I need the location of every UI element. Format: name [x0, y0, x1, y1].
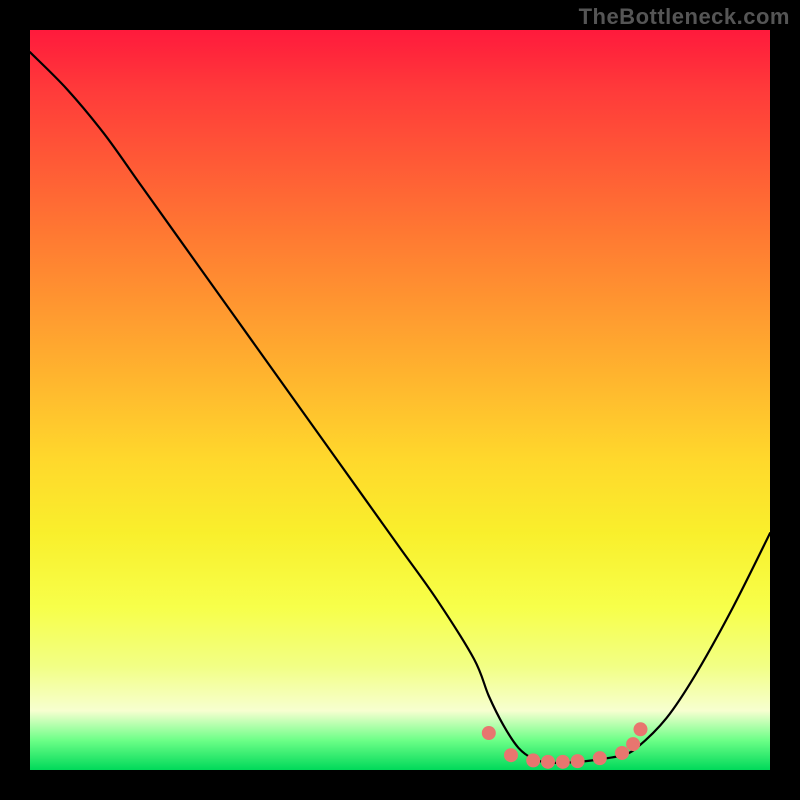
bottleneck-curve-line — [30, 52, 770, 763]
plot-area — [30, 30, 770, 770]
marker-dot — [571, 754, 585, 768]
marker-dot — [634, 722, 648, 736]
marker-dot — [626, 737, 640, 751]
marker-dot — [482, 726, 496, 740]
marker-dot — [526, 753, 540, 767]
marker-dot — [615, 746, 629, 760]
marker-dot — [541, 755, 555, 769]
marker-dot — [556, 755, 570, 769]
chart-frame: TheBottleneck.com — [0, 0, 800, 800]
marker-dot — [593, 751, 607, 765]
marker-dot — [504, 748, 518, 762]
chart-svg — [30, 30, 770, 770]
watermark-text: TheBottleneck.com — [579, 4, 790, 30]
